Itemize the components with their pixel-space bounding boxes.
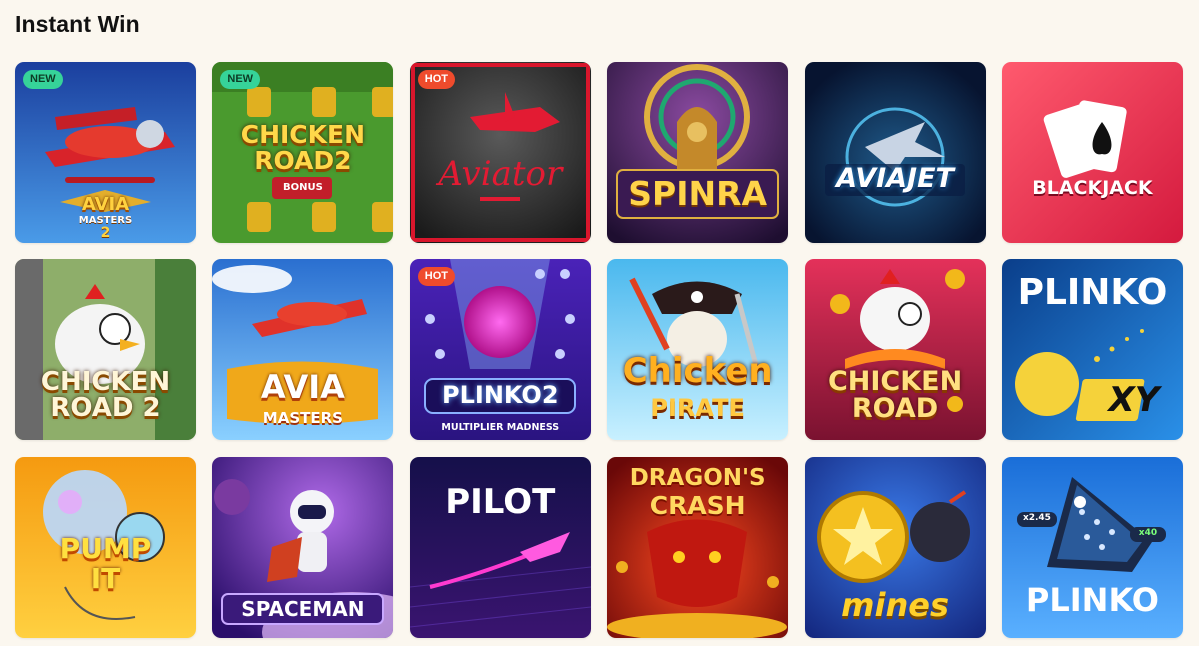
game-title: CHICKEN — [40, 367, 171, 398]
multiplier-chip: x2.45 — [1022, 512, 1051, 523]
game-title: CHICKEN — [240, 120, 366, 149]
game-subtitle: PIRATE — [650, 394, 745, 423]
game-subtitle: MULTIPLIER MADNESS — [441, 422, 560, 434]
game-tile-plinko[interactable]: x2.45 x40 PLINKO — [1001, 456, 1183, 638]
multiplier-chip: x40 — [1138, 527, 1158, 538]
bonus-label: BONUS — [282, 182, 323, 193]
game-title: PLINKO — [1017, 272, 1168, 314]
hot-badge: HOT — [417, 70, 456, 89]
game-grid: NEW AVIA MASTERS 2 NEW CHICKEN ROAD2 BON… — [15, 62, 1183, 638]
game-tile-pump-it[interactable]: PUMP IT — [15, 456, 196, 638]
game-tile-chicken-pirate[interactable]: Chicken PIRATE — [607, 259, 789, 441]
game-thumbnail — [1001, 62, 1183, 243]
game-title: PLINKO — [1025, 580, 1159, 619]
game-subtitle: CRASH — [649, 490, 746, 520]
game-tile-dragons-crash[interactable]: DRAGON'S CRASH — [607, 456, 789, 638]
game-thumbnail — [409, 62, 591, 243]
game-title: SPACEMAN — [241, 596, 365, 621]
game-tile-blackjack[interactable]: BLACKJACK — [1001, 62, 1183, 243]
game-title: PLINKO2 — [442, 381, 559, 410]
game-number: 2 — [100, 225, 111, 241]
game-tile-avia-masters[interactable]: AVIA MASTERS — [212, 259, 394, 441]
game-tile-spinra[interactable]: SPINRA — [607, 62, 789, 243]
game-tile-plinko-2[interactable]: HOT PLINKO2 MULTIPLIER MADNESS — [409, 259, 591, 441]
game-tile-mines[interactable]: mines — [804, 456, 986, 638]
hot-badge: HOT — [417, 267, 456, 287]
game-subtitle: ROAD 2 — [50, 393, 161, 424]
game-title: CHICKEN — [827, 366, 963, 398]
game-subtitle: ROAD — [851, 393, 939, 425]
new-badge: NEW — [220, 70, 261, 89]
game-tile-aviajet[interactable]: AVIAJET — [804, 62, 986, 243]
game-thumbnail — [409, 259, 591, 441]
game-title: SPINRA — [628, 174, 768, 213]
game-subtitle: ROAD2 — [254, 146, 352, 175]
game-thumbnail — [804, 62, 986, 243]
game-tile-spaceman[interactable]: SPACEMAN — [212, 456, 394, 638]
game-subtitle: MASTERS — [262, 409, 343, 428]
game-title: AVIAJET — [836, 163, 954, 194]
game-title: PUMP — [59, 531, 152, 565]
game-title: Aviator — [438, 154, 563, 194]
game-tile-plinko-xy[interactable]: PLINKO XY — [1001, 259, 1183, 441]
game-title: PILOT — [445, 481, 556, 522]
game-title: BLACKJACK — [1032, 177, 1153, 199]
game-tile-chicken-road-2-bonus[interactable]: NEW CHICKEN ROAD2 BONUS — [212, 62, 394, 243]
game-tile-avia-masters-2[interactable]: NEW AVIA MASTERS 2 — [15, 62, 196, 243]
game-subtitle: XY — [1108, 380, 1160, 421]
game-title: Chicken — [622, 351, 773, 392]
game-tile-pilot[interactable]: PILOT — [409, 456, 591, 638]
game-subtitle: IT — [90, 561, 121, 595]
game-tile-chicken-road-2[interactable]: CHICKEN ROAD 2 — [15, 259, 196, 441]
game-title: mines — [841, 585, 949, 624]
game-title: DRAGON'S — [629, 464, 766, 491]
game-title: AVIA — [260, 368, 345, 407]
game-title: AVIA — [81, 194, 130, 215]
game-tile-aviator[interactable]: HOT Aviator — [409, 62, 591, 243]
new-badge: NEW — [23, 70, 63, 89]
game-thumbnail — [607, 62, 789, 243]
game-tile-chicken-road[interactable]: CHICKEN ROAD — [804, 259, 986, 441]
section-title: Instant Win — [15, 11, 140, 37]
